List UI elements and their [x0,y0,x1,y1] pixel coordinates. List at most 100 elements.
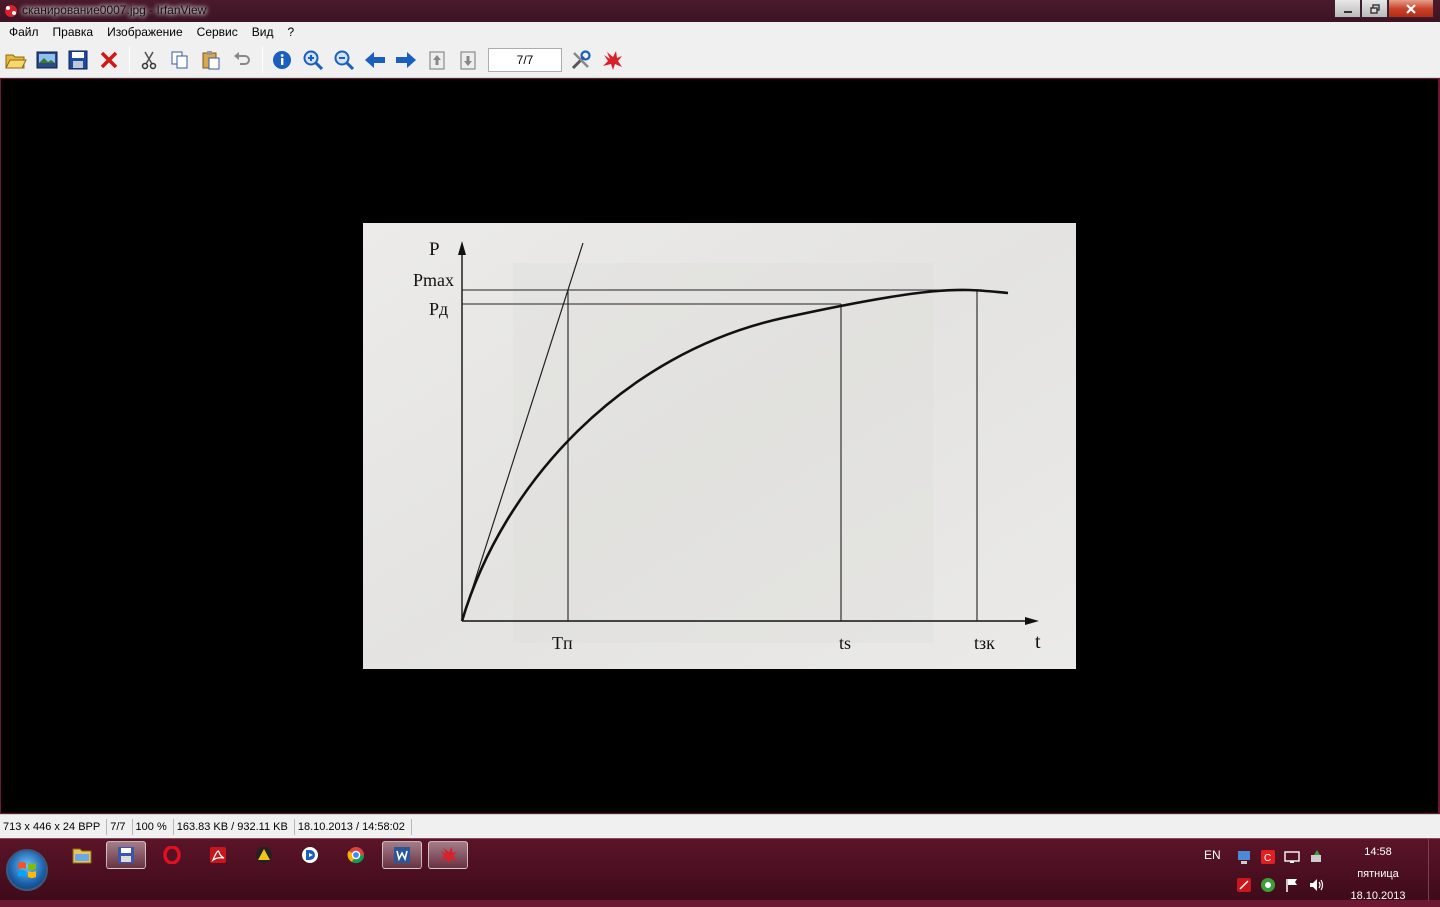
explorer-icon [72,848,92,864]
svg-text:C: C [1264,853,1271,864]
properties-button[interactable] [568,47,594,73]
close-button[interactable] [1388,0,1434,18]
undo-icon [234,51,250,65]
page-down-button[interactable] [455,47,481,73]
irfanview-app-icon [5,5,17,17]
window-controls [1334,0,1434,18]
daemon-icon [302,847,318,863]
menu-edit[interactable]: Правка [46,22,101,42]
properties-icon [571,49,591,69]
page-number-field[interactable]: 7/7 [488,47,562,72]
zoom-out-button[interactable] [331,47,357,73]
menu-bar: Файл Правка Изображение Сервис Вид ? [0,22,1440,42]
label-pmax: Pmax [413,270,454,290]
scanned-graph: P Pmax Pд Tп ts tзк t [363,223,1076,669]
label-pd: Pд [429,299,448,319]
antivirus-icon[interactable]: C [1260,849,1276,865]
copy-button[interactable] [167,47,193,73]
toolbar: 7/7 [0,42,1440,78]
menu-image[interactable]: Изображение [100,22,190,42]
menu-view[interactable]: Вид [245,22,281,42]
open-button[interactable] [3,47,29,73]
status-zoom: 100 % [133,818,174,835]
copy-icon [171,51,188,68]
minimize-button[interactable] [1334,0,1361,18]
page-down-icon [460,51,476,69]
opera-icon [163,846,181,864]
taskbar-word[interactable] [382,841,422,869]
thumbnails-button[interactable] [34,47,60,73]
cut-icon [141,51,157,69]
taskbar-daemon[interactable] [290,841,330,869]
save-icon [68,50,88,69]
info-icon [273,50,291,69]
toolbar-separator [129,46,130,73]
menu-service[interactable]: Сервис [190,22,245,42]
cut-button[interactable] [136,47,162,73]
label-t: t [1035,631,1041,653]
update-icon[interactable] [1260,877,1276,893]
word-icon [394,847,410,863]
status-dimensions: 713 x 446 x 24 BPP [0,818,108,835]
pdf-icon [210,847,226,863]
taskbar-opera[interactable] [152,841,192,869]
label-ts: ts [839,633,851,653]
delete-icon [100,51,118,68]
paste-button[interactable] [198,47,224,73]
taskbar-explorer[interactable] [62,841,102,869]
taskbar-chrome[interactable] [336,841,376,869]
previous-button[interactable] [362,47,388,73]
irfanview-icon [603,50,622,70]
chrome-icon [347,847,365,864]
next-button[interactable] [393,47,419,73]
taskbar: EN C 14:58 пятница 18.10.2013 [0,838,1440,902]
pdf-tray-icon[interactable] [1236,877,1252,893]
clock[interactable]: 14:58 пятница 18.10.2013 [1338,841,1418,907]
status-bar: 713 x 446 x 24 BPP 7/7 100 % 163.83 KB /… [0,814,1440,838]
clock-time: 14:58 [1364,846,1392,858]
irfanview-icon [439,846,458,865]
taskbar-irfanview[interactable] [428,841,468,869]
window-title: сканирование0007.jpg - IrfanView [22,3,207,17]
delete-button[interactable] [96,47,122,73]
volume-icon[interactable] [1308,877,1324,893]
menu-help[interactable]: ? [280,22,301,42]
paste-icon [202,50,220,69]
page-up-icon [429,51,445,69]
clock-day: пятница [1357,868,1399,880]
label-tp: Tп [552,633,573,653]
start-button[interactable] [6,849,48,891]
windows-logo-icon [18,862,36,878]
language-indicator[interactable]: EN [1204,848,1221,862]
zoom-out-icon [334,50,354,70]
maximize-button[interactable] [1361,0,1388,18]
save-disk-icon [118,847,134,863]
network-drive-icon[interactable] [1236,849,1252,865]
taskbar-pdf[interactable] [198,841,238,869]
zoom-in-icon [303,50,323,70]
irfanview-button[interactable] [599,47,625,73]
taskbar-save-disk[interactable] [106,841,146,869]
next-icon [396,51,416,68]
undo-button[interactable] [229,47,255,73]
menu-file[interactable]: Файл [2,22,46,42]
nero-icon [256,847,272,863]
paper-shade [513,263,933,643]
taskbar-nero[interactable] [244,841,284,869]
thumbnails-icon [36,51,58,68]
save-button[interactable] [65,47,91,73]
safely-remove-icon[interactable] [1308,849,1324,865]
display-icon[interactable] [1284,849,1300,865]
info-button[interactable] [269,47,295,73]
show-desktop-button[interactable] [1428,839,1440,901]
image-viewer[interactable]: P Pmax Pд Tп ts tзк t [1,79,1438,813]
page-up-button[interactable] [424,47,450,73]
status-page: 7/7 [107,818,133,835]
clock-date: 18.10.2013 [1350,890,1406,902]
action-center-flag-icon[interactable] [1284,877,1300,893]
zoom-in-button[interactable] [300,47,326,73]
restore-icon [1369,3,1380,14]
previous-icon [365,51,385,68]
label-p: P [429,239,440,260]
open-icon [5,54,27,68]
